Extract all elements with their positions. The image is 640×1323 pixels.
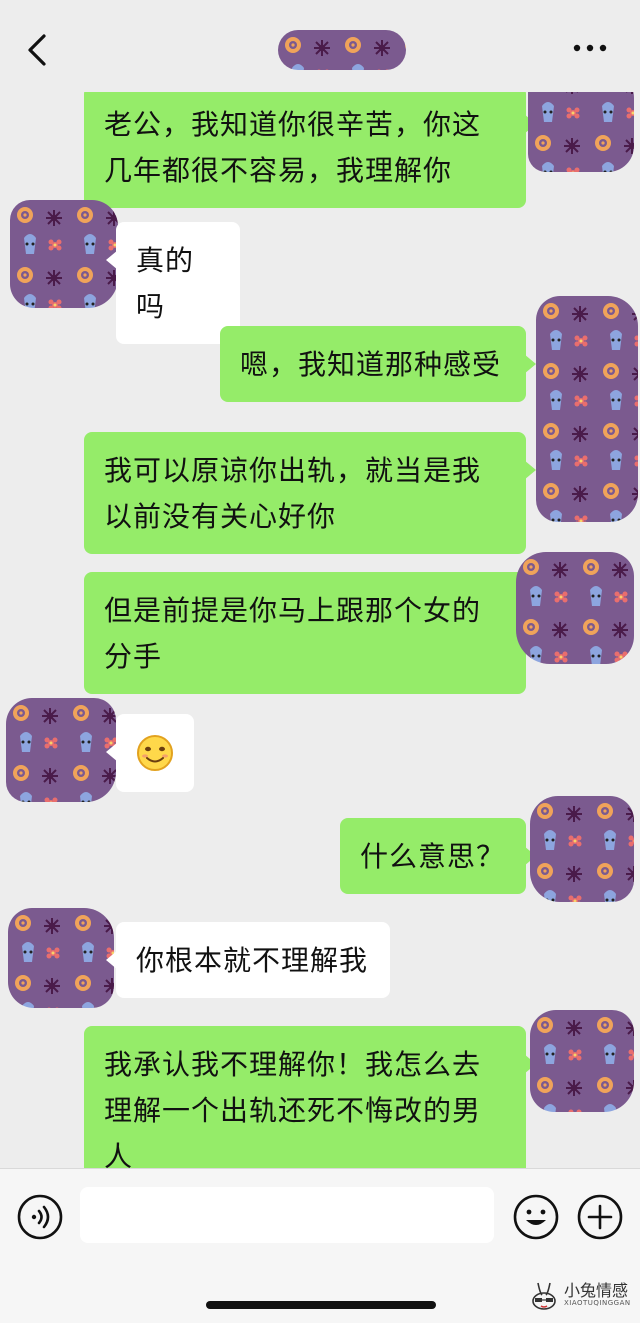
watermark-name: 小兔情感 [564, 1281, 629, 1300]
chat-area[interactable]: 老公，我知道你很辛苦，你这几年都很不容易，我理解你 真的吗 嗯，我知道那种感受 … [0, 0, 640, 1170]
message-bubble-received[interactable] [106, 714, 194, 792]
message-bubble-received[interactable]: 你根本就不理解我 [106, 922, 390, 998]
plus-icon[interactable] [576, 1193, 624, 1241]
avatar-mask [10, 200, 118, 308]
avatar-mask [530, 796, 634, 902]
avatar-mask [536, 296, 638, 522]
smile-emoji-icon [137, 735, 173, 771]
emoji-icon[interactable] [512, 1193, 560, 1241]
more-dots-icon[interactable] [570, 38, 610, 58]
message-bubble-sent[interactable]: 嗯，我知道那种感受 [220, 326, 536, 402]
watermark: 小兔情感 XIAOTUQINGGAN [528, 1277, 636, 1317]
message-bubble-sent[interactable]: 但是前提是你马上跟那个女的分手 [84, 572, 536, 694]
message-bubble-sent[interactable]: 什么意思？ [340, 818, 536, 894]
watermark-url: XIAOTUQINGGAN [564, 1299, 631, 1307]
chevron-left-icon[interactable] [22, 30, 52, 70]
avatar-mask [516, 552, 634, 664]
message-bubble-received[interactable]: 真的吗 [106, 222, 240, 344]
home-indicator[interactable] [206, 1301, 436, 1309]
message-bubble-sent[interactable]: 我承认我不理解你！我怎么去理解一个出轨还死不悔改的男人 [84, 1026, 536, 1170]
avatar-mask [530, 1010, 634, 1112]
voice-icon[interactable] [16, 1193, 64, 1241]
message-bubble-sent[interactable]: 老公，我知道你很辛苦，你这几年都很不容易，我理解你 [84, 86, 536, 208]
message-input[interactable] [80, 1187, 494, 1243]
message-bubble-sent[interactable]: 我可以原谅你出轨，就当是我以前没有关心好你 [84, 432, 536, 554]
rabbit-logo-icon [532, 1282, 556, 1310]
avatar-mask [8, 908, 114, 1008]
avatar-mask [6, 698, 116, 802]
input-bar: 小兔情感 XIAOTUQINGGAN [0, 1168, 640, 1323]
top-nav-bar [0, 0, 640, 92]
chat-title-mask [278, 30, 406, 70]
